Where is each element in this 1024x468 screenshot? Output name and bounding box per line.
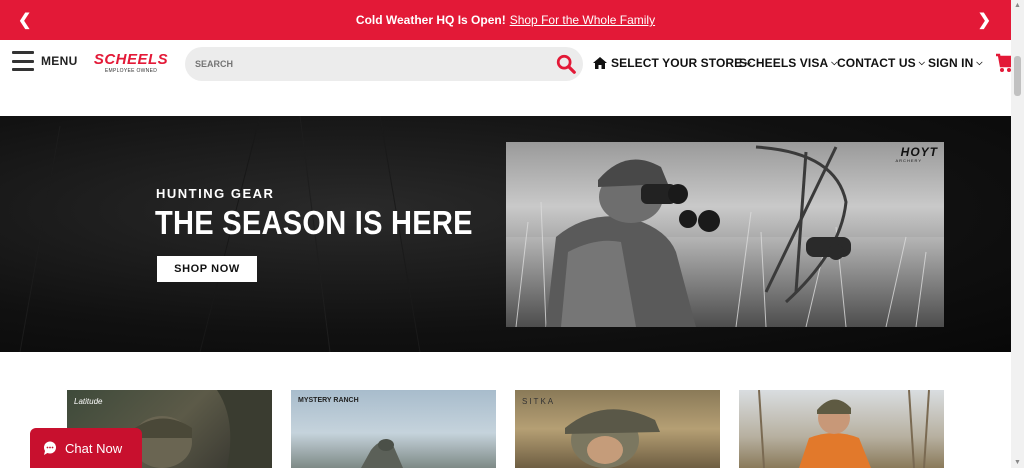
hamburger-icon	[12, 51, 34, 71]
cart-icon[interactable]	[996, 53, 1011, 73]
search-input[interactable]	[195, 56, 545, 72]
search-bar	[185, 47, 583, 81]
category-tile[interactable]	[739, 390, 944, 468]
menu-button[interactable]: MENU	[12, 51, 78, 71]
menu-label: MENU	[41, 54, 78, 68]
scroll-up-icon[interactable]: ▲	[1014, 2, 1021, 9]
site-header: MENU SCHEELS EMPLOYEE OWNED SELECT YOUR …	[0, 40, 1011, 88]
category-tiles: Latitude MYSTERY RANCH SITKA	[0, 390, 1011, 468]
promo-banner: ❮ Cold Weather HQ Is Open! Shop For the …	[0, 0, 1011, 40]
scheels-visa-label: SCHEELS VISA	[739, 56, 829, 70]
scheels-logo[interactable]: SCHEELS EMPLOYEE OWNED	[86, 51, 176, 75]
chat-now-label: Chat Now	[65, 440, 123, 456]
chat-now-button[interactable]: Chat Now	[30, 428, 142, 468]
category-tile[interactable]: SITKA	[515, 390, 720, 468]
hunter-photo	[506, 145, 944, 327]
logo-tagline: EMPLOYEE OWNED	[104, 68, 158, 74]
hoyt-logo: HOYT	[900, 145, 938, 159]
logo-name: SCHEELS	[93, 51, 169, 68]
tile-brand: Latitude	[74, 397, 103, 406]
chat-bubble-icon	[44, 441, 56, 455]
tile-brand: SITKA	[522, 397, 556, 406]
select-store-label: SELECT YOUR STORE	[611, 56, 743, 70]
category-tile[interactable]: MYSTERY RANCH	[291, 390, 496, 468]
tile-brand: MYSTERY RANCH	[298, 397, 359, 404]
contact-us-link[interactable]: CONTACT US ⌵	[837, 56, 925, 70]
promo-link[interactable]: Shop For the Whole Family	[510, 13, 655, 27]
chevron-left-icon[interactable]: ❮	[18, 10, 31, 30]
chevron-right-icon[interactable]: ❯	[978, 10, 991, 30]
select-store-link[interactable]: SELECT YOUR STORE ⌵	[593, 56, 751, 70]
contact-us-label: CONTACT US	[837, 56, 916, 70]
hero-headline: THE SEASON IS HERE	[155, 204, 473, 241]
promo-text: Cold Weather HQ Is Open!	[355, 13, 506, 27]
search-icon[interactable]	[555, 53, 577, 75]
scroll-down-icon[interactable]: ▼	[1014, 459, 1021, 466]
chevron-down-icon: ⌵	[976, 58, 983, 67]
hero-kicker: HUNTING GEAR	[156, 186, 275, 201]
sign-in-link[interactable]: SIGN IN ⌵	[928, 56, 983, 70]
scheels-visa-link[interactable]: SCHEELS VISA ⌵	[739, 56, 837, 70]
tile-image	[758, 390, 930, 468]
chevron-down-icon: ⌵	[918, 58, 925, 67]
page-scrollbar[interactable]: ▲ ▼	[1011, 0, 1024, 468]
hoyt-logo-sub: ARCHERY	[895, 158, 922, 163]
shop-now-button[interactable]: SHOP NOW	[157, 256, 257, 282]
hero-image[interactable]: HOYT ARCHERY	[506, 142, 944, 327]
sign-in-label: SIGN IN	[928, 56, 974, 70]
home-icon	[593, 57, 607, 69]
hero-banner: HUNTING GEAR THE SEASON IS HERE SHOP NOW	[0, 116, 1011, 352]
scrollbar-thumb[interactable]	[1014, 56, 1021, 96]
